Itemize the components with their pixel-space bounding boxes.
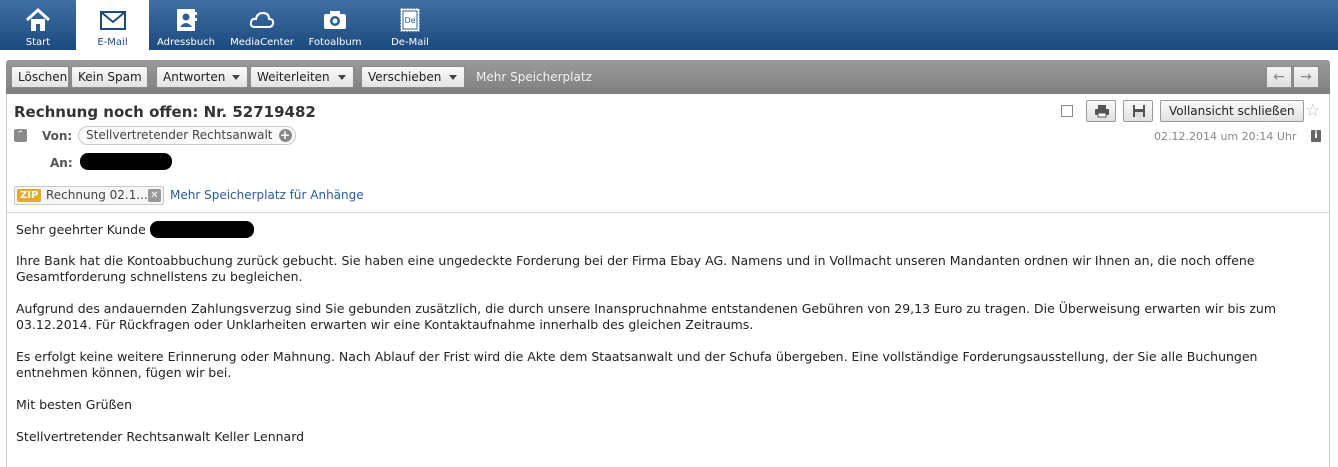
move-button[interactable]: Verschieben [361, 66, 465, 88]
svg-text:De: De [404, 16, 415, 25]
body-paragraph: Es erfolgt keine weitere Erinnerung oder… [16, 349, 1258, 380]
address-book-icon [177, 9, 197, 31]
nav-item-label: MediaCenter [230, 37, 294, 48]
top-navigation: Start E-Mail Adressbuch MediaCenter Foto… [0, 0, 1338, 50]
move-button-label: Verschieben [368, 70, 442, 84]
more-storage-link[interactable]: Mehr Speicherplatz für Anhänge [170, 188, 364, 202]
star-icon[interactable]: ☆ [1305, 101, 1320, 121]
forward-button[interactable]: Weiterleiten [250, 66, 354, 88]
body-paragraph: Aufgrund des andauernden Zahlungsverzug … [16, 301, 1277, 332]
to-label: An: [50, 156, 73, 170]
sender-chip[interactable]: Stellvertretender Rechtsanwalt + [78, 126, 296, 145]
message-subject: Rechnung noch offen: Nr. 52719482 [14, 103, 316, 121]
redacted-recipient [80, 153, 172, 170]
nav-item-adressbuch[interactable]: Adressbuch [152, 0, 220, 50]
nav-item-de-mail[interactable]: De De-Mail [376, 0, 444, 50]
attachment-chip[interactable]: ZIP Rechnung 02.1... ✕ [14, 186, 164, 205]
divider [7, 212, 1329, 213]
nav-item-start[interactable]: Start [0, 0, 76, 50]
message-date: 02.12.2014 um 20:14 Uhr [1154, 130, 1297, 143]
arrow-left-icon: ← [1273, 69, 1285, 85]
home-icon [25, 7, 51, 31]
body-paragraph: Ihre Bank hat die Kontoabbuchung zurück … [16, 253, 1255, 284]
body-paragraph: Mit besten Grüßen [16, 397, 132, 412]
de-mail-stamp-icon: De [400, 8, 420, 32]
nav-item-label: E-Mail [97, 37, 128, 48]
body-paragraph: Stellvertretender Rechtsanwalt Keller Le… [16, 429, 305, 444]
no-spam-button[interactable]: Kein Spam [71, 66, 148, 88]
zip-file-icon: ZIP [17, 189, 42, 202]
info-icon[interactable]: i [1311, 130, 1321, 142]
floppy-disk-icon [1133, 105, 1145, 117]
from-label: Von: [42, 129, 73, 143]
chevron-down-icon [338, 75, 346, 80]
attachment-name: Rechnung 02.1... [46, 188, 148, 202]
reply-button-label: Antworten [163, 70, 226, 84]
nav-item-label: Adressbuch [157, 37, 215, 48]
delete-button[interactable]: Löschen [11, 66, 69, 88]
chevron-down-icon [449, 75, 457, 80]
message-toolbar: Löschen Kein Spam Antworten Weiterleiten… [6, 60, 1330, 94]
chevron-down-icon [232, 75, 240, 80]
sender-name: Stellvertretender Rechtsanwalt [86, 128, 273, 142]
nav-item-email[interactable]: E-Mail [76, 0, 149, 50]
cloud-icon [249, 11, 275, 28]
nav-item-label: Fotoalbum [308, 37, 362, 48]
camera-icon [324, 11, 346, 29]
nav-item-label: De-Mail [391, 37, 429, 48]
printer-icon [1095, 105, 1109, 118]
print-button[interactable] [1086, 100, 1116, 122]
redacted-name [150, 221, 254, 238]
close-icon[interactable]: ✕ [148, 189, 161, 202]
envelope-icon [99, 11, 126, 30]
next-message-button[interactable]: → [1293, 66, 1319, 88]
more-storage-text[interactable]: Mehr Speicherplatz [476, 70, 592, 84]
arrow-right-icon: → [1300, 69, 1312, 85]
previous-message-button[interactable]: ← [1266, 66, 1292, 88]
nav-item-mediacenter[interactable]: MediaCenter [224, 0, 300, 50]
add-contact-icon[interactable]: + [278, 129, 292, 142]
collapse-header-icon[interactable]: ⌃ [14, 129, 27, 142]
select-checkbox[interactable] [1061, 105, 1073, 117]
close-fullview-button[interactable]: Vollansicht schließen [1160, 100, 1304, 122]
forward-button-label: Weiterleiten [257, 70, 330, 84]
nav-item-fotoalbum[interactable]: Fotoalbum [303, 0, 367, 50]
reply-button[interactable]: Antworten [156, 66, 248, 88]
nav-item-label: Start [25, 37, 51, 48]
save-button[interactable] [1123, 100, 1153, 122]
